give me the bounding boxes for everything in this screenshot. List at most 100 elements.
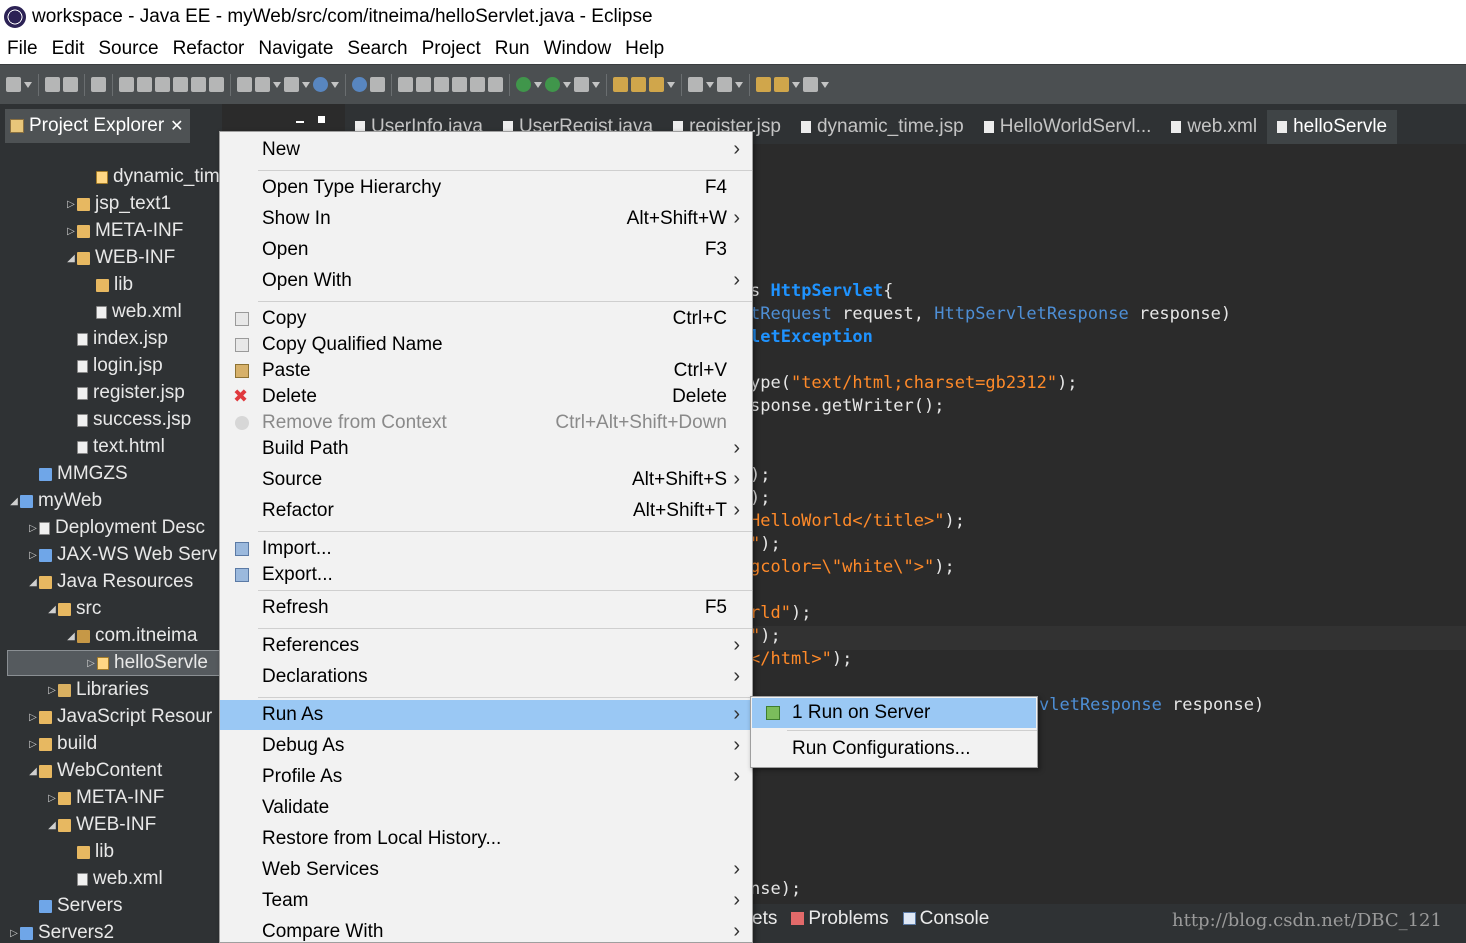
- menu-source[interactable]: Source: [98, 38, 158, 60]
- menu-item-team[interactable]: Team ›: [220, 886, 752, 916]
- menu-item-profile-as[interactable]: Profile As ›: [220, 762, 752, 792]
- toolbar-dropdown-icon[interactable]: [667, 81, 675, 88]
- tree-item-myweb[interactable]: ◢ myWeb: [8, 488, 102, 514]
- toolbar-button-icon[interactable]: [237, 77, 252, 92]
- collapse-arrow-icon[interactable]: ◢: [27, 766, 39, 777]
- toolbar-button-icon[interactable]: [688, 77, 703, 92]
- tree-item-deployment-desc[interactable]: ▷ Deployment Desc: [27, 515, 205, 541]
- submenu-item-1-run-on-server[interactable]: 1 Run on Server: [752, 698, 1036, 728]
- menu-run[interactable]: Run: [495, 38, 530, 60]
- toolbar-dropdown-icon[interactable]: [24, 81, 32, 88]
- close-icon[interactable]: ✕: [170, 116, 183, 136]
- menu-item-run-as[interactable]: Run As ›: [220, 700, 752, 730]
- toolbar-dropdown-icon[interactable]: [735, 81, 743, 88]
- tree-item-web-xml[interactable]: web.xml: [65, 866, 163, 892]
- toolbar-button-icon[interactable]: [717, 77, 732, 92]
- toolbar-button-icon[interactable]: [91, 77, 106, 92]
- tree-item-webcontent[interactable]: ◢ WebContent: [27, 758, 162, 784]
- tree-item-libraries[interactable]: ▷ Libraries: [46, 677, 149, 703]
- menu-item-export[interactable]: Export...: [220, 560, 752, 590]
- toolbar-button-icon[interactable]: [488, 77, 503, 92]
- tree-item-web-xml[interactable]: web.xml: [84, 299, 182, 325]
- collapse-arrow-icon[interactable]: ◢: [65, 631, 77, 642]
- collapse-arrow-icon[interactable]: ◢: [46, 820, 58, 831]
- toolbar-button-icon[interactable]: [209, 77, 224, 92]
- toolbar-button-icon[interactable]: [649, 77, 664, 92]
- tree-item-mmgzs[interactable]: MMGZS: [27, 461, 128, 487]
- tree-item-web-inf[interactable]: ◢ WEB-INF: [65, 245, 175, 271]
- tree-item-lib[interactable]: lib: [84, 272, 133, 298]
- toolbar-button-icon[interactable]: [545, 77, 560, 92]
- toolbar-button-icon[interactable]: [756, 77, 771, 92]
- expand-arrow-icon[interactable]: ▷: [85, 658, 97, 669]
- toolbar-dropdown-icon[interactable]: [592, 81, 600, 88]
- expand-arrow-icon[interactable]: ▷: [27, 523, 39, 534]
- menu-item-compare-with[interactable]: Compare With ›: [220, 917, 752, 943]
- menu-item-open-type-hierarchy[interactable]: Open Type Hierarchy F4: [220, 173, 752, 203]
- toolbar-button-icon[interactable]: [6, 77, 21, 92]
- editor-tab-helloservle[interactable]: helloServle: [1267, 110, 1398, 144]
- toolbar-dropdown-icon[interactable]: [534, 81, 542, 88]
- toolbar-dropdown-icon[interactable]: [331, 81, 339, 88]
- expand-arrow-icon[interactable]: ▷: [65, 226, 77, 237]
- toolbar-button-icon[interactable]: [452, 77, 467, 92]
- toolbar-dropdown-icon[interactable]: [302, 81, 310, 88]
- tree-item-com-itneima[interactable]: ◢ com.itneima: [65, 623, 197, 649]
- toolbar-button-icon[interactable]: [173, 77, 188, 92]
- tree-item-build[interactable]: ▷ build: [27, 731, 97, 757]
- expand-arrow-icon[interactable]: ▷: [27, 550, 39, 561]
- tree-item-text-html[interactable]: text.html: [65, 434, 165, 460]
- maximize-icon[interactable]: [318, 116, 325, 123]
- menu-item-refresh[interactable]: Refresh F5: [220, 593, 752, 623]
- toolbar-button-icon[interactable]: [313, 77, 328, 92]
- tree-item-servers2[interactable]: ▷ Servers2: [8, 920, 114, 943]
- toolbar-button-icon[interactable]: [774, 77, 789, 92]
- menu-file[interactable]: File: [7, 38, 38, 60]
- tree-item-java-resources[interactable]: ◢ Java Resources: [27, 569, 193, 595]
- menu-item-declarations[interactable]: Declarations ›: [220, 662, 752, 692]
- tree-item-jsp-text1[interactable]: ▷ jsp_text1: [65, 191, 171, 217]
- editor-tab-dynamic-time-jsp[interactable]: dynamic_time.jsp: [791, 110, 974, 144]
- tree-item-register-jsp[interactable]: register.jsp: [65, 380, 185, 406]
- menu-item-references[interactable]: References ›: [220, 631, 752, 661]
- toolbar-button-icon[interactable]: [434, 77, 449, 92]
- tree-item-src[interactable]: ◢ src: [46, 596, 101, 622]
- toolbar-button-icon[interactable]: [352, 77, 367, 92]
- toolbar-button-icon[interactable]: [516, 77, 531, 92]
- tree-item-helloservle[interactable]: ▷ helloServle: [7, 650, 222, 676]
- menu-help[interactable]: Help: [625, 38, 664, 60]
- expand-arrow-icon[interactable]: ▷: [46, 685, 58, 696]
- submenu-item-run-configurations[interactable]: Run Configurations...: [752, 734, 1036, 764]
- tree-item-javascript-resour[interactable]: ▷ JavaScript Resour: [27, 704, 212, 730]
- minimize-icon[interactable]: [296, 121, 304, 123]
- menu-item-source[interactable]: Source Alt+Shift+S ›: [220, 465, 752, 495]
- toolbar-dropdown-icon[interactable]: [792, 81, 800, 88]
- view-minimize-maximize[interactable]: [296, 112, 325, 126]
- expand-arrow-icon[interactable]: ▷: [65, 199, 77, 210]
- menu-project[interactable]: Project: [422, 38, 481, 60]
- toolbar-button-icon[interactable]: [191, 77, 206, 92]
- tab-console[interactable]: Console: [902, 908, 989, 930]
- menu-item-new[interactable]: New ›: [220, 135, 752, 165]
- toolbar-button-icon[interactable]: [63, 77, 78, 92]
- menu-item-validate[interactable]: Validate: [220, 793, 752, 823]
- toolbar-button-icon[interactable]: [631, 77, 646, 92]
- tree-item-success-jsp[interactable]: success.jsp: [65, 407, 191, 433]
- editor-tab-helloworldservl[interactable]: HelloWorldServl...: [974, 110, 1162, 144]
- toolbar-button-icon[interactable]: [137, 77, 152, 92]
- menu-item-show-in[interactable]: Show In Alt+Shift+W ›: [220, 204, 752, 234]
- expand-arrow-icon[interactable]: ▷: [8, 928, 20, 939]
- toolbar-dropdown-icon[interactable]: [706, 81, 714, 88]
- toolbar-button-icon[interactable]: [45, 77, 60, 92]
- menu-item-debug-as[interactable]: Debug As ›: [220, 731, 752, 761]
- toolbar-button-icon[interactable]: [613, 77, 628, 92]
- expand-arrow-icon[interactable]: ▷: [27, 712, 39, 723]
- tree-item-login-jsp[interactable]: login.jsp: [65, 353, 163, 379]
- tree-item-lib[interactable]: lib: [65, 839, 114, 865]
- menu-edit[interactable]: Edit: [52, 38, 85, 60]
- toolbar-button-icon[interactable]: [255, 77, 270, 92]
- collapse-arrow-icon[interactable]: ◢: [8, 496, 20, 507]
- editor-tab-web-xml[interactable]: web.xml: [1161, 110, 1267, 144]
- toolbar-button-icon[interactable]: [284, 77, 299, 92]
- toolbar-button-icon[interactable]: [370, 77, 385, 92]
